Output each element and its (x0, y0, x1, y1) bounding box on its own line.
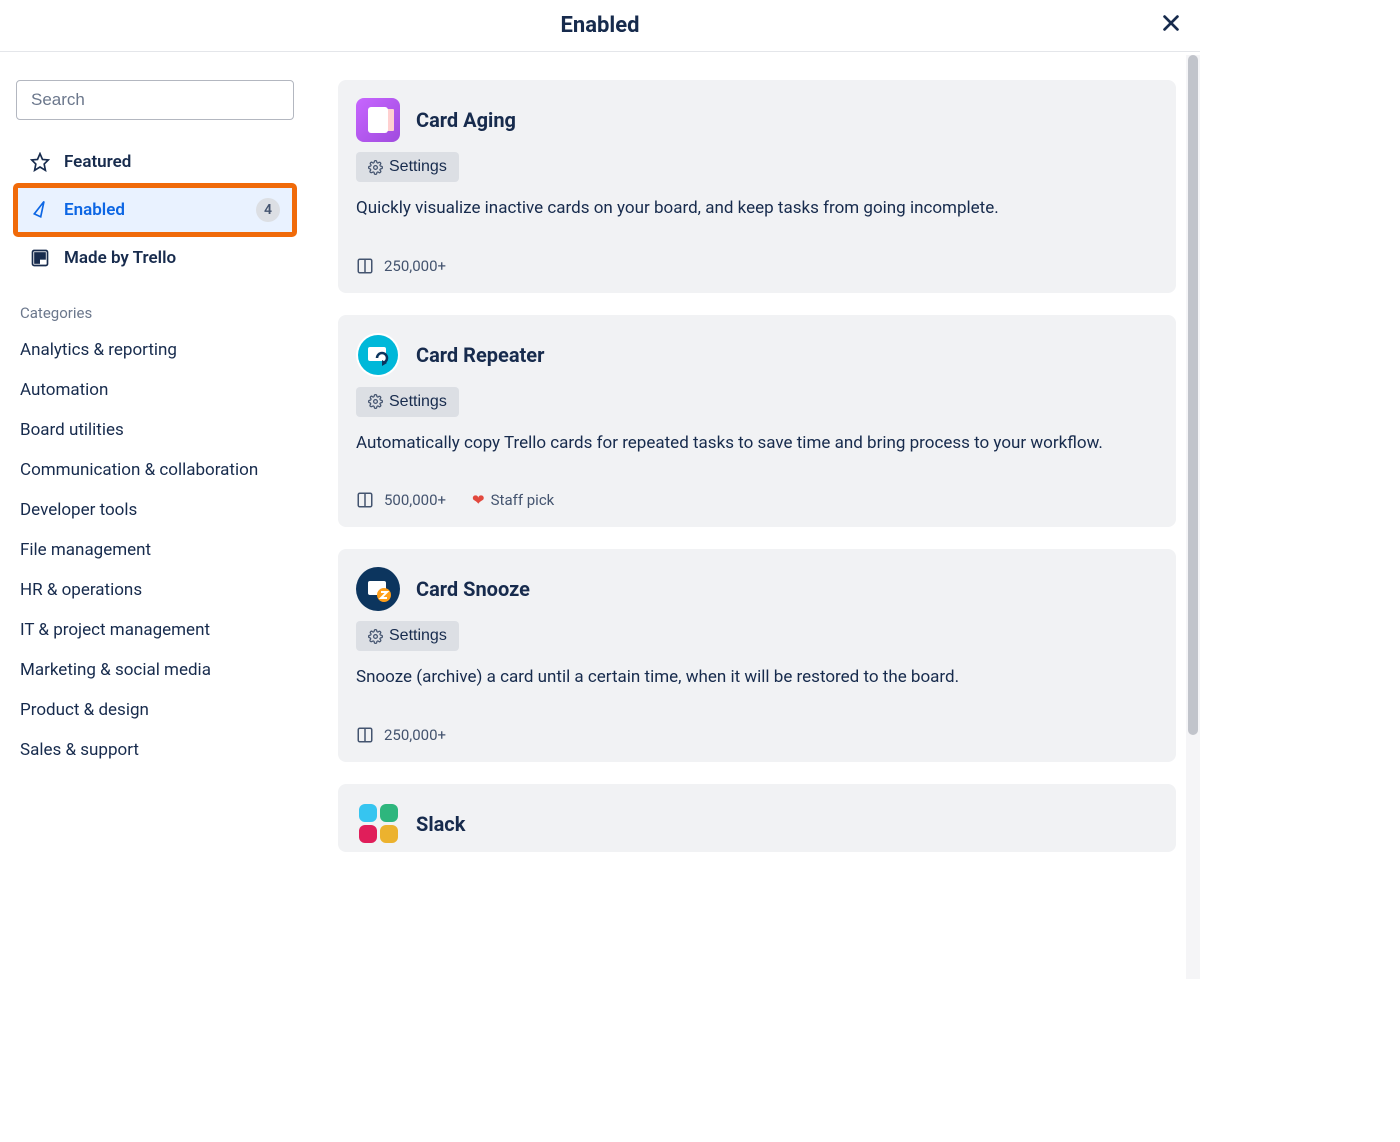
settings-label: Settings (389, 158, 447, 176)
settings-button[interactable]: Settings (356, 387, 459, 417)
categories-list: Analytics & reporting Automation Board u… (16, 330, 294, 770)
scrollbar-thumb[interactable] (1188, 55, 1198, 735)
settings-button[interactable]: Settings (356, 152, 459, 182)
close-button[interactable] (1160, 12, 1182, 38)
category-item[interactable]: Analytics & reporting (16, 330, 294, 370)
card-repeater-icon (356, 333, 400, 377)
powerup-list: Card Aging Settings Quickly visualize in… (310, 52, 1200, 979)
sidebar-item-label: Made by Trello (64, 248, 176, 268)
sidebar: Featured Enabled 4 Made by Trello Catego… (0, 52, 310, 979)
category-item[interactable]: Board utilities (16, 410, 294, 450)
categories-heading: Categories (20, 304, 294, 322)
sidebar-item-label: Enabled (64, 200, 125, 220)
staff-pick-badge: ❤ Staff pick (472, 491, 554, 509)
rocket-icon (30, 200, 50, 220)
card-snooze-icon (356, 567, 400, 611)
category-item[interactable]: HR & operations (16, 570, 294, 610)
gear-icon (368, 629, 383, 644)
sidebar-item-made-by-trello[interactable]: Made by Trello (16, 234, 294, 282)
powerup-description: Quickly visualize inactive cards on your… (356, 196, 1158, 221)
heart-icon: ❤ (472, 491, 485, 509)
enabled-count-badge: 4 (256, 198, 280, 222)
category-item[interactable]: Communication & collaboration (16, 450, 294, 490)
install-count: 250,000+ (356, 257, 446, 275)
powerup-title: Slack (416, 812, 465, 836)
sidebar-item-label: Featured (64, 152, 131, 172)
powerup-title: Card Aging (416, 108, 516, 132)
trello-board-icon (356, 257, 374, 275)
trello-board-icon (356, 491, 374, 509)
category-item[interactable]: IT & project management (16, 610, 294, 650)
page-title: Enabled (561, 13, 640, 38)
trello-board-icon (30, 248, 50, 268)
slack-icon (356, 802, 400, 846)
powerup-card-slack[interactable]: Slack (338, 784, 1176, 852)
powerup-card-card-repeater[interactable]: Card Repeater Settings Automatically cop… (338, 315, 1176, 528)
category-item[interactable]: Product & design (16, 690, 294, 730)
powerup-card-card-aging[interactable]: Card Aging Settings Quickly visualize in… (338, 80, 1176, 293)
settings-label: Settings (389, 627, 447, 645)
modal-header: Enabled (0, 0, 1200, 52)
powerup-card-card-snooze[interactable]: Card Snooze Settings Snooze (archive) a … (338, 549, 1176, 762)
category-item[interactable]: Marketing & social media (16, 650, 294, 690)
install-count: 500,000+ (356, 491, 446, 509)
settings-label: Settings (389, 393, 447, 411)
card-aging-icon (356, 98, 400, 142)
trello-board-icon (356, 726, 374, 744)
search-input[interactable] (16, 80, 294, 120)
star-icon (30, 152, 50, 172)
powerup-description: Automatically copy Trello cards for repe… (356, 431, 1158, 456)
sidebar-item-enabled[interactable]: Enabled 4 (16, 186, 294, 234)
settings-button[interactable]: Settings (356, 621, 459, 651)
powerup-title: Card Snooze (416, 577, 530, 601)
powerup-description: Snooze (archive) a card until a certain … (356, 665, 1158, 690)
scrollbar[interactable] (1186, 55, 1200, 979)
category-item[interactable]: Sales & support (16, 730, 294, 770)
powerup-title: Card Repeater (416, 343, 544, 367)
category-item[interactable]: File management (16, 530, 294, 570)
install-count: 250,000+ (356, 726, 446, 744)
gear-icon (368, 160, 383, 175)
category-item[interactable]: Developer tools (16, 490, 294, 530)
close-icon (1160, 12, 1182, 34)
sidebar-item-featured[interactable]: Featured (16, 138, 294, 186)
gear-icon (368, 394, 383, 409)
category-item[interactable]: Automation (16, 370, 294, 410)
